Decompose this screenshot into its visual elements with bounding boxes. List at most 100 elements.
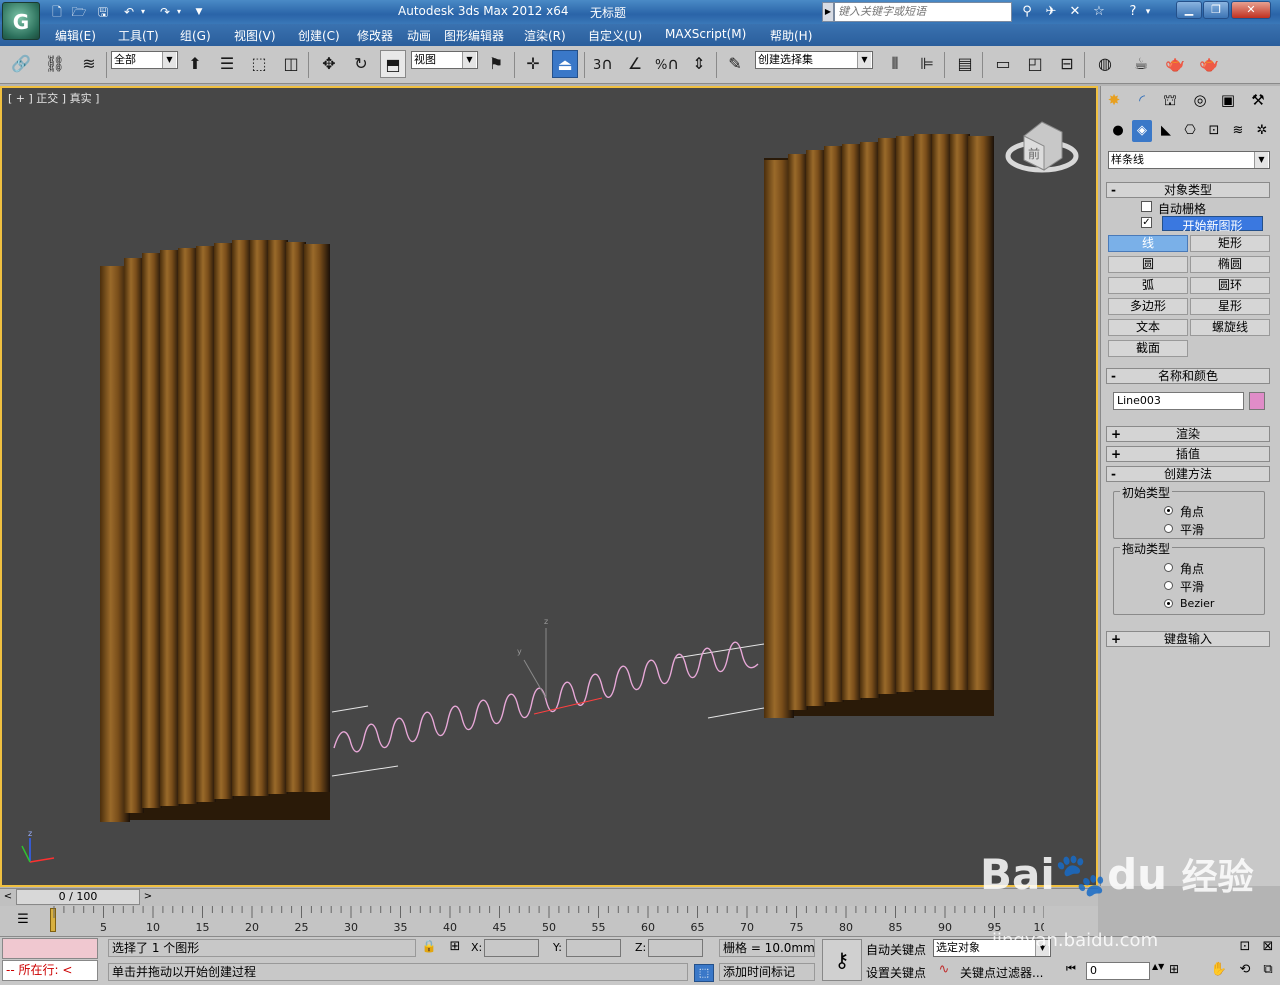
binoculars-icon[interactable]: ⚲ — [1016, 3, 1038, 21]
zoom-extents-all-icon[interactable]: ⊠ — [1258, 939, 1278, 957]
named-selection-dropdown[interactable]: 创建选择集 — [755, 51, 873, 69]
keyboard-shortcut-override-icon[interactable]: ⏏ — [552, 50, 578, 78]
select-and-rotate-icon[interactable]: ↻ — [348, 50, 374, 78]
menu-rendering[interactable]: 渲染(R) — [524, 27, 566, 44]
menu-group[interactable]: 组(G) — [180, 27, 211, 44]
systems-icon[interactable]: ✲ — [1252, 120, 1272, 142]
ellipse-button[interactable]: 椭圆 — [1190, 256, 1270, 273]
menu-views[interactable]: 视图(V) — [234, 27, 276, 44]
render-setup-icon[interactable]: ☕ — [1128, 50, 1154, 78]
select-and-manipulate-icon[interactable]: ✛ — [520, 50, 546, 78]
drag-smooth-radio[interactable] — [1164, 581, 1173, 590]
viewcube[interactable]: 前 — [1005, 121, 1079, 173]
geometry-icon[interactable]: ● — [1108, 120, 1128, 142]
app-logo-button[interactable]: G — [2, 2, 40, 40]
circle-button[interactable]: 圆 — [1108, 256, 1188, 273]
schematic-view-icon[interactable]: ⊟ — [1054, 50, 1080, 78]
rectangle-button[interactable]: 矩形 — [1190, 235, 1270, 252]
object-color-swatch[interactable] — [1249, 392, 1265, 410]
render-production-icon[interactable]: 🫖 — [1196, 50, 1222, 78]
modify-tab-icon[interactable]: ◜ — [1130, 88, 1154, 112]
menu-maxscript[interactable]: MAXScript(M) — [665, 27, 746, 41]
time-configuration-icon[interactable]: ⊞ — [1164, 962, 1184, 980]
menu-animation[interactable]: 动画 — [407, 27, 431, 44]
close-button[interactable]: ✕ — [1231, 1, 1271, 19]
maximize-viewport-icon[interactable]: ⧉ — [1258, 962, 1278, 980]
graphite-ribbon-icon[interactable]: ▭ — [990, 50, 1016, 78]
cameras-icon[interactable]: ⎔ — [1180, 120, 1200, 142]
drag-corner-radio[interactable] — [1164, 563, 1173, 572]
use-pivot-center-icon[interactable]: ⚑ — [483, 50, 509, 78]
left-curtain[interactable] — [100, 240, 330, 822]
material-editor-icon[interactable]: ◍ — [1092, 50, 1118, 78]
rectangular-selection-icon[interactable]: ⬚ — [246, 50, 272, 78]
initial-smooth-radio[interactable] — [1164, 524, 1173, 533]
align-icon[interactable]: ⊫ — [914, 50, 940, 78]
select-and-move-icon[interactable]: ✥ — [316, 50, 342, 78]
utilities-tab-icon[interactable]: ⚒ — [1246, 88, 1270, 112]
select-and-scale-icon[interactable]: ⬒ — [380, 50, 406, 78]
open-file-icon[interactable]: 🗁 — [70, 3, 88, 21]
object-name-input[interactable]: Line003 — [1113, 392, 1244, 410]
lights-icon[interactable]: ◣ — [1156, 120, 1176, 142]
help-dropdown-icon[interactable]: ▾ — [1142, 3, 1154, 21]
subscription-icon[interactable]: ✈ — [1040, 3, 1062, 21]
search-expand-icon[interactable]: ▶ — [822, 2, 834, 22]
edit-named-selection-icon[interactable]: ✎ — [722, 50, 748, 78]
undo-dropdown-icon[interactable]: ▾ — [138, 3, 148, 21]
start-new-shape-button[interactable]: 开始新图形 — [1162, 216, 1263, 233]
redo-dropdown-icon[interactable]: ▾ — [174, 3, 184, 21]
undo-icon[interactable]: ↶ — [120, 3, 138, 21]
motion-tab-icon[interactable]: ◎ — [1188, 88, 1212, 112]
select-object-icon[interactable]: ⬆ — [182, 50, 208, 78]
time-tag-icon[interactable]: ⬚ — [694, 964, 714, 982]
menu-edit[interactable]: 编辑(E) — [55, 27, 96, 44]
help-icon[interactable]: ? — [1122, 3, 1144, 21]
spinner-snap-icon[interactable]: ⇕ — [686, 50, 712, 78]
set-key-button[interactable]: 设置关键点 — [866, 964, 926, 981]
ngon-button[interactable]: 多边形 — [1108, 298, 1188, 315]
selection-filter-dropdown[interactable]: 全部 — [111, 51, 178, 69]
orbit-icon[interactable]: ⟲ — [1234, 962, 1256, 980]
maxscript-mini-listener-top[interactable] — [2, 938, 98, 959]
time-slider-prev-icon[interactable]: < — [2, 890, 14, 904]
maxscript-mini-listener-bottom[interactable]: -- 所在行: < — [2, 960, 98, 981]
current-frame-input[interactable]: 0 — [1086, 962, 1150, 980]
text-button[interactable]: 文本 — [1108, 319, 1188, 336]
key-mode-curve-icon[interactable]: ∿ — [935, 962, 953, 980]
open-mini-curve-editor-icon[interactable]: ☰ — [12, 912, 34, 930]
save-icon[interactable]: 🖫 — [94, 3, 112, 21]
bind-to-space-warp-icon[interactable]: ≋ — [76, 50, 102, 78]
new-file-icon[interactable]: 🗋 — [48, 3, 66, 21]
section-button[interactable]: 截面 — [1108, 340, 1188, 357]
frame-spinner-icon[interactable]: ▲▼ — [1152, 962, 1164, 980]
add-time-tag-button[interactable]: 添加时间标记 — [719, 963, 815, 981]
perspective-viewport[interactable]: [ + ] 正交 ] 真实 ] z y z 前 — [0, 86, 1098, 887]
favorites-star-icon[interactable]: ☆ — [1088, 3, 1110, 21]
select-and-link-icon[interactable]: 🔗 — [8, 50, 34, 78]
rendered-frame-window-icon[interactable]: 🫖 — [1162, 50, 1188, 78]
rollout-rendering-header[interactable]: + 渲染 — [1106, 426, 1270, 442]
menu-modifiers[interactable]: 修改器 — [357, 27, 393, 44]
search-input[interactable]: 键入关键字或短语 — [834, 2, 1012, 22]
pan-view-icon[interactable]: ✋ — [1208, 962, 1230, 980]
menu-tools[interactable]: 工具(T) — [118, 27, 159, 44]
reference-coord-dropdown[interactable]: 视图 — [411, 51, 478, 69]
menu-customize[interactable]: 自定义(U) — [588, 27, 642, 44]
y-coord-input[interactable] — [566, 939, 621, 957]
menu-graph-editors[interactable]: 图形编辑器 — [444, 27, 504, 44]
drag-bezier-radio[interactable] — [1164, 599, 1173, 608]
window-crossing-icon[interactable]: ◫ — [278, 50, 304, 78]
display-tab-icon[interactable]: ▣ — [1216, 88, 1240, 112]
rollout-name-color-header[interactable]: - 名称和颜色 — [1106, 368, 1270, 384]
rollout-creation-method-header[interactable]: - 创建方法 — [1106, 466, 1270, 482]
select-by-name-icon[interactable]: ☰ — [214, 50, 240, 78]
time-slider-next-icon[interactable]: > — [142, 890, 154, 904]
initial-corner-radio[interactable] — [1164, 506, 1173, 515]
shapes-icon[interactable]: ◈ — [1132, 120, 1152, 142]
minimize-button[interactable]: ▁ — [1176, 1, 1202, 19]
zoom-extents-icon[interactable]: ⊡ — [1234, 939, 1256, 957]
autogrid-checkbox[interactable] — [1141, 201, 1152, 212]
line-button[interactable]: 线 — [1108, 235, 1188, 252]
key-filters-button[interactable]: 关键点过滤器... — [960, 964, 1043, 981]
